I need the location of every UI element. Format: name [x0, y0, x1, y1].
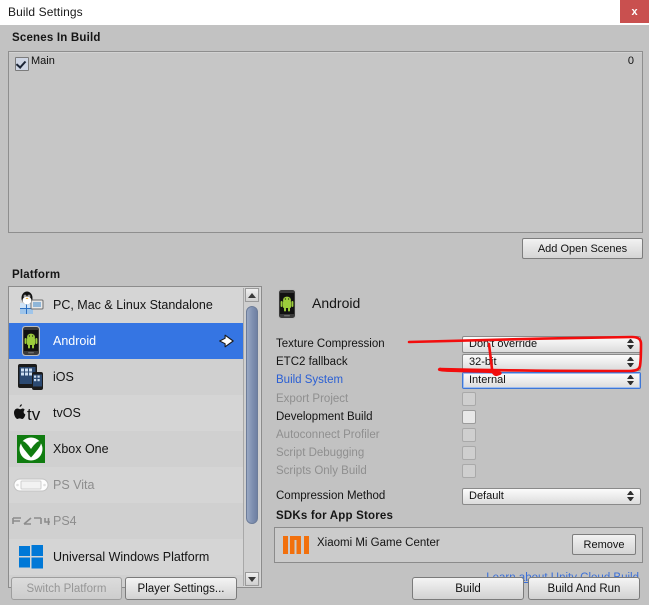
build-system-dropdown[interactable]: Internal: [462, 372, 641, 389]
android-icon: [276, 288, 298, 323]
window-content: Scenes In Build Main 0 Add Open Scenes P…: [0, 25, 649, 605]
ps-vita-icon: [9, 467, 53, 503]
dropdown-value: Don't override: [469, 338, 538, 350]
platform-item-label: Android: [53, 334, 97, 348]
field-label: Autoconnect Profiler: [276, 429, 380, 441]
build-settings-window: Build Settings x Scenes In Build Main 0 …: [0, 0, 649, 605]
field-label: Scripts Only Build: [276, 465, 367, 477]
platform-item-android[interactable]: Android: [9, 323, 243, 359]
details-platform-title: Android: [312, 295, 361, 311]
close-button[interactable]: x: [620, 0, 649, 23]
scroll-down-arrow-icon[interactable]: [245, 572, 259, 586]
platform-header: Platform: [12, 269, 61, 281]
pc-mac-linux-icon: [9, 287, 53, 323]
scene-row[interactable]: Main 0: [9, 54, 642, 72]
field-label: ETC2 fallback: [276, 356, 348, 368]
export-project-checkbox[interactable]: [462, 392, 476, 406]
sdk-item-name: Xiaomi Mi Game Center: [317, 537, 440, 549]
field-etc2-fallback: ETC2 fallback 32-bit: [276, 354, 641, 372]
dropdown-value: Default: [469, 490, 504, 502]
build-button[interactable]: Build: [412, 577, 524, 600]
windows-icon: [9, 539, 53, 575]
platform-item-label: Xbox One: [53, 442, 109, 456]
development-build-checkbox[interactable]: [462, 410, 476, 424]
field-label[interactable]: Build System: [276, 374, 343, 386]
field-scripts-only-build: Scripts Only Build: [276, 464, 641, 481]
unity-logo-icon: [219, 334, 234, 348]
dropdown-value: Internal: [469, 374, 506, 386]
add-open-scenes-button[interactable]: Add Open Scenes: [522, 238, 643, 259]
platform-item-label: PC, Mac & Linux Standalone: [53, 298, 213, 312]
platform-item-pc-mac-linux[interactable]: PC, Mac & Linux Standalone: [9, 287, 243, 323]
remove-sdk-button[interactable]: Remove: [572, 534, 636, 555]
field-label: Script Debugging: [276, 447, 365, 459]
chevron-updown-icon: [627, 357, 634, 369]
platform-item-ps-vita[interactable]: PS Vita: [9, 467, 243, 503]
xiaomi-icon: [283, 536, 309, 557]
scene-name: Main: [31, 55, 55, 67]
etc2-fallback-dropdown[interactable]: 32-bit: [462, 354, 641, 371]
platform-item-label: Universal Windows Platform: [53, 550, 210, 564]
field-development-build: Development Build: [276, 410, 641, 427]
sdk-list: Xiaomi Mi Game Center Remove: [274, 527, 643, 563]
platform-item-xbox-one[interactable]: Xbox One: [9, 431, 243, 467]
field-label: Development Build: [276, 411, 373, 423]
scroll-up-arrow-icon[interactable]: [245, 288, 259, 302]
field-autoconnect-profiler: Autoconnect Profiler: [276, 428, 641, 445]
platform-item-ios[interactable]: iOS: [9, 359, 243, 395]
field-label: Export Project: [276, 393, 349, 405]
autoconnect-profiler-checkbox[interactable]: [462, 428, 476, 442]
script-debugging-checkbox[interactable]: [462, 446, 476, 460]
platform-details-panel: Android Texture Compression Don't overri…: [268, 286, 643, 586]
tvos-icon: tv: [9, 395, 53, 431]
android-icon: [9, 323, 53, 359]
chevron-updown-icon: [627, 491, 634, 503]
platform-item-universal-windows-platform[interactable]: Universal Windows Platform: [9, 539, 243, 575]
build-and-run-button[interactable]: Build And Run: [528, 577, 640, 600]
svg-text:tv: tv: [27, 405, 41, 423]
compression-method-dropdown[interactable]: Default: [462, 488, 641, 505]
window-title: Build Settings: [8, 5, 83, 19]
platform-list[interactable]: PC, Mac & Linux Standalone Android iOS t…: [8, 286, 262, 588]
platform-item-tvos[interactable]: tv tvOS: [9, 395, 243, 431]
texture-compression-dropdown[interactable]: Don't override: [462, 336, 641, 353]
scripts-only-build-checkbox[interactable]: [462, 464, 476, 478]
platform-item-label: PS4: [53, 514, 77, 528]
sdks-header: SDKs for App Stores: [276, 510, 394, 522]
platform-item-ps4[interactable]: PS4: [9, 503, 243, 539]
player-settings-button[interactable]: Player Settings...: [125, 577, 237, 600]
field-label: Compression Method: [276, 490, 386, 502]
title-bar: Build Settings x: [0, 0, 649, 25]
platform-item-label: tvOS: [53, 406, 81, 420]
field-script-debugging: Script Debugging: [276, 446, 641, 463]
field-texture-compression: Texture Compression Don't override: [276, 336, 641, 354]
field-compression-method: Compression Method Default: [276, 488, 641, 506]
dropdown-value: 32-bit: [469, 356, 497, 368]
field-build-system: Build System Internal: [276, 372, 641, 390]
ps4-icon: [9, 503, 53, 539]
ios-icon: [9, 359, 53, 395]
scenes-list[interactable]: Main 0: [8, 51, 643, 233]
platform-list-scrollbar[interactable]: [243, 288, 260, 586]
xbox-one-icon: [9, 431, 53, 467]
field-export-project: Export Project: [276, 392, 641, 409]
platform-item-label: iOS: [53, 370, 74, 384]
scene-index: 0: [627, 55, 634, 67]
scene-checkbox[interactable]: [15, 57, 29, 71]
platform-item-label: PS Vita: [53, 478, 95, 492]
switch-platform-button[interactable]: Switch Platform: [11, 577, 122, 600]
scenes-in-build-header: Scenes In Build: [12, 32, 101, 44]
scrollbar-thumb[interactable]: [246, 306, 258, 524]
chevron-updown-icon: [627, 375, 634, 387]
field-label: Texture Compression: [276, 338, 385, 350]
chevron-updown-icon: [627, 339, 634, 351]
platform-list-items: PC, Mac & Linux Standalone Android iOS t…: [9, 287, 243, 587]
